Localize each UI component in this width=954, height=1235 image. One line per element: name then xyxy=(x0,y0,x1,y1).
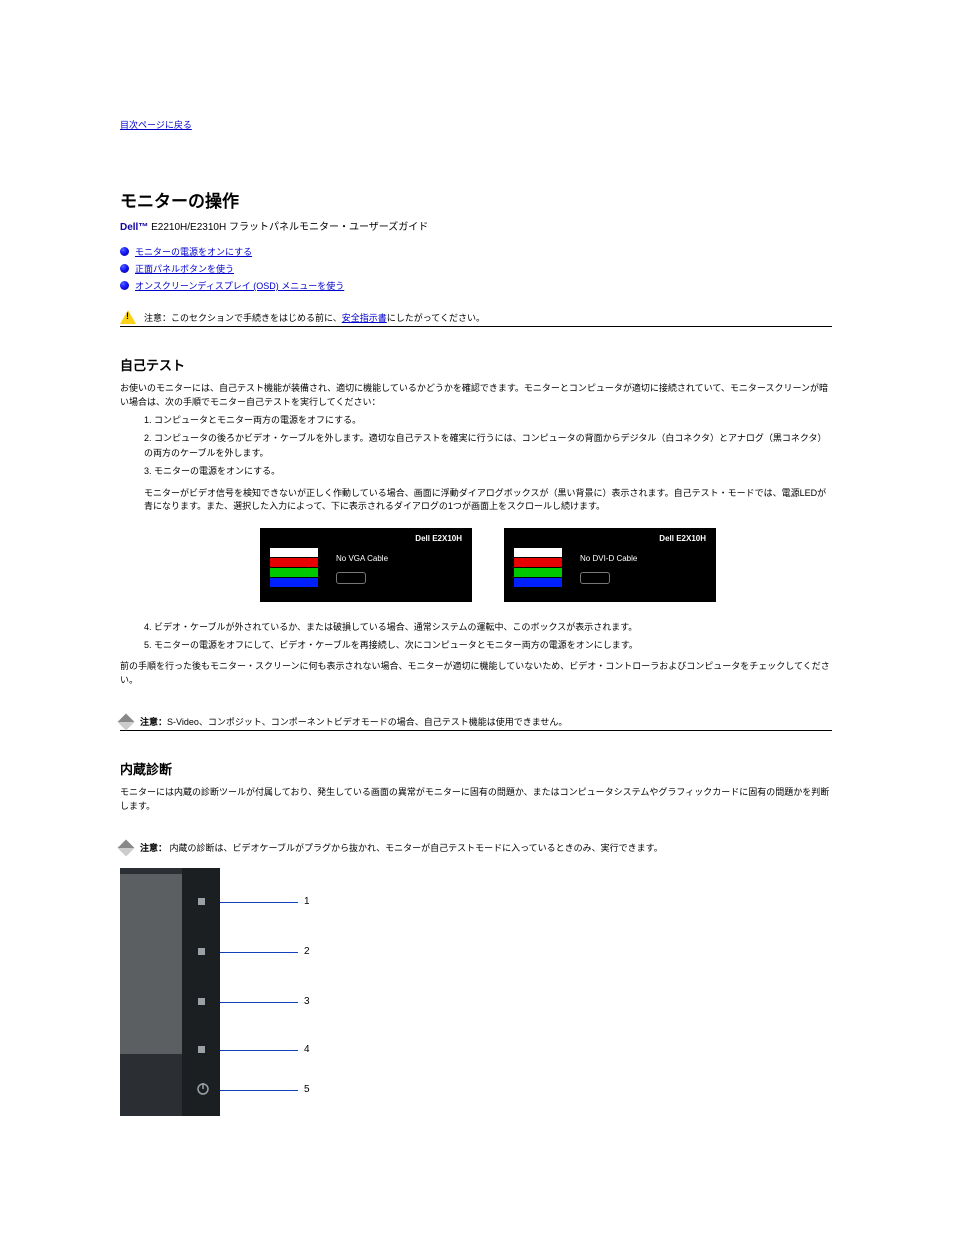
power-icon xyxy=(196,1082,210,1096)
step-4: 4. ビデオ・ケーブルが外されているか、または破損している場合、通常システムの運… xyxy=(120,620,834,634)
caution-text: 注意：このセクションで手続きをはじめる前に、安全指示書にしたがってください。 xyxy=(144,311,485,324)
leader-number-1: 1 xyxy=(304,896,310,907)
toc-link-front-panel[interactable]: 正面パネルボタンを使う xyxy=(135,262,234,275)
color-bars-icon xyxy=(514,548,562,588)
monitor-bezel-diagram: 1 2 3 4 5 xyxy=(120,868,300,1116)
self-test-heading: 自己テスト xyxy=(120,355,834,374)
button-1 xyxy=(198,898,205,905)
toc-item-osd-menu[interactable]: オンスクリーンディスプレイ (OSD) メニューを使う xyxy=(120,279,834,292)
note-diag-text: 注意： 内蔵の診断は、ビデオケーブルがプラグから抜かれ、モニターが自己テストモー… xyxy=(140,841,663,854)
note-icon xyxy=(118,714,135,731)
caution-prefix: 注意：このセクションで手続きをはじめる前に、 xyxy=(144,313,342,323)
dialog-model-dvi: Dell E2X10H xyxy=(659,534,706,543)
note-svideo: 注意：S-Video、コンポジット、コンポーネントビデオモードの場合、自己テスト… xyxy=(120,715,832,731)
color-bars-icon xyxy=(270,548,318,588)
brand-name: Dell™ xyxy=(120,222,148,233)
bullet-icon xyxy=(120,264,129,273)
self-test-p2: モニターがビデオ信号を検知できないが正しく作動している場合、画面に浮動ダイアログ… xyxy=(120,487,834,514)
vga-connector-icon xyxy=(336,572,366,584)
leader-line-3 xyxy=(220,1002,298,1003)
toc-item-front-panel[interactable]: 正面パネルボタンを使う xyxy=(120,262,834,275)
no-dvi-dialog: Dell E2X10H No DVI-D Cable xyxy=(504,528,716,602)
bullet-icon xyxy=(120,247,129,256)
bullet-icon xyxy=(120,281,129,290)
builtin-diag-heading: 内蔵診断 xyxy=(120,759,834,778)
caution-suffix: にしたがってください。 xyxy=(387,313,485,323)
button-strip xyxy=(182,868,220,1116)
self-test-intro: お使いのモニターには、自己テスト機能が装備され、適切に機能しているかどうかを確認… xyxy=(120,382,834,409)
leader-number-2: 2 xyxy=(304,946,310,957)
note-svideo-text: 注意：S-Video、コンポジット、コンポーネントビデオモードの場合、自己テスト… xyxy=(140,715,567,728)
leader-line-5 xyxy=(220,1090,298,1091)
note-icon xyxy=(118,840,135,857)
dialog-msg-vga: No VGA Cable xyxy=(336,554,388,563)
page-subtitle: Dell™ E2210H/E2310H フラットパネルモニター・ユーザーズガイド xyxy=(120,218,834,233)
page-title: モニターの操作 xyxy=(120,187,834,212)
subtitle-rest: E2210H/E2310H フラットパネルモニター・ユーザーズガイド xyxy=(148,222,428,233)
step-3: 3. モニターの電源をオンにする。 xyxy=(120,464,834,478)
button-3 xyxy=(198,998,205,1005)
safety-instructions-link[interactable]: 安全指示書 xyxy=(342,313,387,323)
note-body: 内蔵の診断は、ビデオケーブルがプラグから抜かれ、モニターが自己テストモードに入っ… xyxy=(167,843,663,853)
self-test-p4: 前の手順を行った後もモニター・スクリーンに何も表示されない場合、モニターが適切に… xyxy=(120,660,834,687)
note-body: S-Video、コンポジット、コンポーネントビデオモードの場合、自己テスト機能は… xyxy=(167,717,567,727)
monitor-screen xyxy=(120,874,182,1054)
step-1: 1. コンピュータとモニター両方の電源をオフにする。 xyxy=(120,413,834,427)
no-vga-dialog: Dell E2X10H No VGA Cable xyxy=(260,528,472,602)
note-label: 注意： xyxy=(140,717,167,727)
caution-bar: 注意：このセクションで手続きをはじめる前に、安全指示書にしたがってください。 xyxy=(120,310,832,327)
warning-icon xyxy=(120,310,136,324)
dvi-connector-icon xyxy=(580,572,610,584)
toc-link-power-on[interactable]: モニターの電源をオンにする xyxy=(135,245,252,258)
toc-bullet-list: モニターの電源をオンにする 正面パネルボタンを使う オンスクリーンディスプレイ … xyxy=(120,245,834,292)
leader-line-2 xyxy=(220,952,298,953)
dialog-model-vga: Dell E2X10H xyxy=(415,534,462,543)
back-to-toc-link[interactable]: 目次ページに戻る xyxy=(120,120,192,130)
toc-item-power-on[interactable]: モニターの電源をオンにする xyxy=(120,245,834,258)
leader-number-5: 5 xyxy=(304,1084,310,1095)
note-label: 注意： xyxy=(140,843,167,853)
floating-dialog-row: Dell E2X10H No VGA Cable Dell E2X10H No … xyxy=(260,528,834,602)
button-4 xyxy=(198,1046,205,1053)
leader-line-4 xyxy=(220,1050,298,1051)
leader-line-1 xyxy=(220,902,298,903)
note-diag: 注意： 内蔵の診断は、ビデオケーブルがプラグから抜かれ、モニターが自己テストモー… xyxy=(120,841,832,856)
leader-number-4: 4 xyxy=(304,1044,310,1055)
step-5: 5. モニターの電源をオフにして、ビデオ・ケーブルを再接続し、次にコンピュータと… xyxy=(120,638,834,652)
button-2 xyxy=(198,948,205,955)
toc-link-osd-menu[interactable]: オンスクリーンディスプレイ (OSD) メニューを使う xyxy=(135,279,344,292)
builtin-diag-p1: モニターには内蔵の診断ツールが付属しており、発生している画面の異常がモニターに固… xyxy=(120,786,834,813)
step-2: 2. コンピュータの後ろかビデオ・ケーブルを外します。適切な自己テストを確実に行… xyxy=(120,431,834,460)
dialog-msg-dvi: No DVI-D Cable xyxy=(580,554,637,563)
leader-number-3: 3 xyxy=(304,996,310,1007)
